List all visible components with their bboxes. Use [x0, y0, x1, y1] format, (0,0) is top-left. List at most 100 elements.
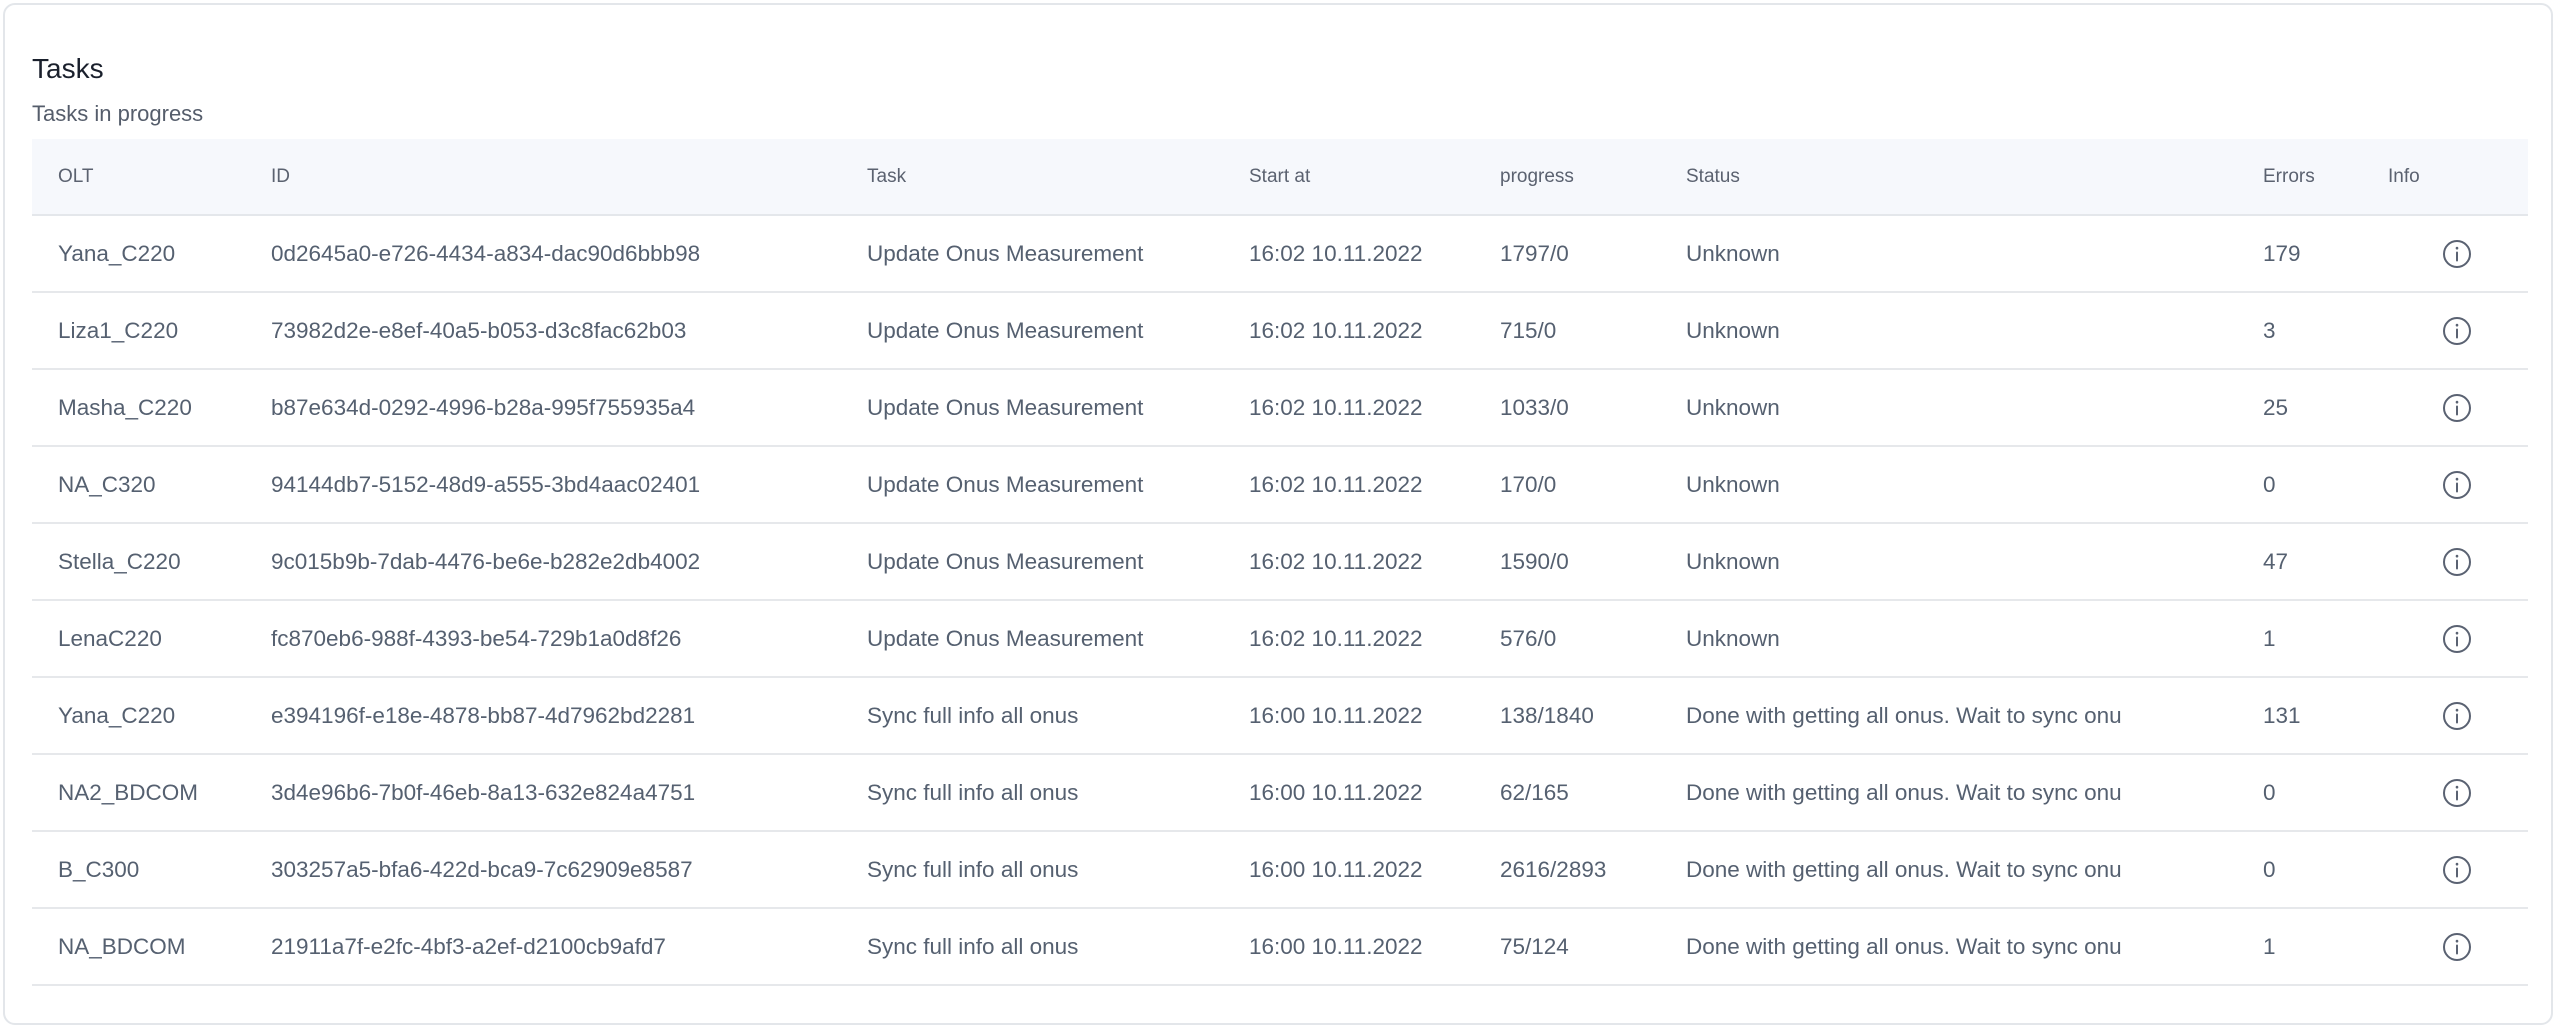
cell-olt: Stella_C220 — [32, 523, 245, 601]
column-header-progress[interactable]: progress — [1474, 139, 1660, 216]
cell-progress: 2616/2893 — [1474, 831, 1660, 909]
cell-info — [2386, 292, 2528, 370]
cell-start-at: 16:00 10.11.2022 — [1223, 677, 1474, 755]
cell-info — [2386, 831, 2528, 909]
table-row[interactable]: B_C300 303257a5-bfa6-422d-bca9-7c62909e8… — [32, 831, 2528, 909]
cell-progress: 75/124 — [1474, 908, 1660, 986]
cell-info — [2386, 677, 2528, 755]
column-header-info: Info — [2386, 139, 2528, 216]
cell-progress: 1033/0 — [1474, 369, 1660, 447]
column-header-id[interactable]: ID — [245, 139, 841, 216]
cell-status: Done with getting all onus. Wait to sync… — [1660, 831, 2237, 909]
cell-olt: LenaC220 — [32, 600, 245, 678]
table-row[interactable]: Stella_C220 9c015b9b-7dab-4476-be6e-b282… — [32, 523, 2528, 601]
cell-progress: 715/0 — [1474, 292, 1660, 370]
cell-status: Unknown — [1660, 523, 2237, 601]
column-header-start-at[interactable]: Start at — [1223, 139, 1474, 216]
cell-start-at: 16:00 10.11.2022 — [1223, 831, 1474, 909]
column-header-olt[interactable]: OLT — [32, 139, 245, 216]
table-row[interactable]: Liza1_C220 73982d2e-e8ef-40a5-b053-d3c8f… — [32, 292, 2528, 370]
info-circle-icon[interactable] — [2441, 777, 2473, 809]
cell-olt: Liza1_C220 — [32, 292, 245, 370]
cell-status: Unknown — [1660, 215, 2237, 293]
cell-errors: 47 — [2237, 523, 2386, 601]
cell-start-at: 16:00 10.11.2022 — [1223, 908, 1474, 986]
cell-progress: 62/165 — [1474, 754, 1660, 832]
table-row[interactable]: Yana_C220 0d2645a0-e726-4434-a834-dac90d… — [32, 215, 2528, 293]
cell-info — [2386, 523, 2528, 601]
column-header-task[interactable]: Task — [841, 139, 1223, 216]
info-circle-icon[interactable] — [2441, 238, 2473, 270]
cell-task: Sync full info all onus — [841, 908, 1223, 986]
cell-errors: 0 — [2237, 754, 2386, 832]
cell-status: Done with getting all onus. Wait to sync… — [1660, 677, 2237, 755]
cell-errors: 131 — [2237, 677, 2386, 755]
cell-errors: 25 — [2237, 369, 2386, 447]
cell-info — [2386, 446, 2528, 524]
cell-task: Sync full info all onus — [841, 677, 1223, 755]
table-header-row: OLT ID Task Start at progress Status Err… — [32, 139, 2528, 216]
cell-errors: 0 — [2237, 446, 2386, 524]
cell-task: Sync full info all onus — [841, 754, 1223, 832]
cell-id: fc870eb6-988f-4393-be54-729b1a0d8f26 — [245, 600, 841, 678]
info-circle-icon[interactable] — [2441, 931, 2473, 963]
info-circle-icon[interactable] — [2441, 623, 2473, 655]
table-row[interactable]: Yana_C220 e394196f-e18e-4878-bb87-4d7962… — [32, 677, 2528, 755]
cell-progress: 1797/0 — [1474, 215, 1660, 293]
cell-id: 3d4e96b6-7b0f-46eb-8a13-632e824a4751 — [245, 754, 841, 832]
cell-id: 21911a7f-e2fc-4bf3-a2ef-d2100cb9afd7 — [245, 908, 841, 986]
cell-progress: 170/0 — [1474, 446, 1660, 524]
cell-start-at: 16:02 10.11.2022 — [1223, 369, 1474, 447]
cell-id: 303257a5-bfa6-422d-bca9-7c62909e8587 — [245, 831, 841, 909]
cell-task: Update Onus Measurement — [841, 523, 1223, 601]
table-row[interactable]: NA_C320 94144db7-5152-48d9-a555-3bd4aac0… — [32, 446, 2528, 524]
cell-id: 0d2645a0-e726-4434-a834-dac90d6bbb98 — [245, 215, 841, 293]
cell-task: Update Onus Measurement — [841, 369, 1223, 447]
cell-info — [2386, 600, 2528, 678]
tasks-table: OLT ID Task Start at progress Status Err… — [32, 139, 2528, 986]
cell-start-at: 16:02 10.11.2022 — [1223, 446, 1474, 524]
info-circle-icon[interactable] — [2441, 315, 2473, 347]
info-circle-icon[interactable] — [2441, 546, 2473, 578]
cell-progress: 576/0 — [1474, 600, 1660, 678]
cell-olt: Masha_C220 — [32, 369, 245, 447]
column-header-status[interactable]: Status — [1660, 139, 2237, 216]
tasks-card: Tasks Tasks in progress OLT ID Task Star… — [3, 3, 2553, 1025]
table-row[interactable]: LenaC220 fc870eb6-988f-4393-be54-729b1a0… — [32, 600, 2528, 678]
cell-task: Update Onus Measurement — [841, 600, 1223, 678]
info-circle-icon[interactable] — [2441, 392, 2473, 424]
page-subtitle: Tasks in progress — [32, 101, 204, 126]
cell-status: Done with getting all onus. Wait to sync… — [1660, 908, 2237, 986]
cell-start-at: 16:02 10.11.2022 — [1223, 523, 1474, 601]
cell-olt: NA2_BDCOM — [32, 754, 245, 832]
page-title: Tasks — [32, 53, 104, 84]
cell-info — [2386, 754, 2528, 832]
info-circle-icon[interactable] — [2441, 854, 2473, 886]
cell-status: Unknown — [1660, 292, 2237, 370]
cell-id: 9c015b9b-7dab-4476-be6e-b282e2db4002 — [245, 523, 841, 601]
cell-olt: NA_C320 — [32, 446, 245, 524]
cell-progress: 138/1840 — [1474, 677, 1660, 755]
cell-id: e394196f-e18e-4878-bb87-4d7962bd2281 — [245, 677, 841, 755]
cell-olt: NA_BDCOM — [32, 908, 245, 986]
cell-errors: 0 — [2237, 831, 2386, 909]
cell-errors: 179 — [2237, 215, 2386, 293]
cell-status: Done with getting all onus. Wait to sync… — [1660, 754, 2237, 832]
table-row[interactable]: NA2_BDCOM 3d4e96b6-7b0f-46eb-8a13-632e82… — [32, 754, 2528, 832]
info-circle-icon[interactable] — [2441, 469, 2473, 501]
cell-olt: B_C300 — [32, 831, 245, 909]
cell-task: Sync full info all onus — [841, 831, 1223, 909]
table-row[interactable]: Masha_C220 b87e634d-0292-4996-b28a-995f7… — [32, 369, 2528, 447]
table-row[interactable]: NA_BDCOM 21911a7f-e2fc-4bf3-a2ef-d2100cb… — [32, 908, 2528, 986]
cell-olt: Yana_C220 — [32, 677, 245, 755]
cell-status: Unknown — [1660, 446, 2237, 524]
info-circle-icon[interactable] — [2441, 700, 2473, 732]
cell-errors: 1 — [2237, 908, 2386, 986]
cell-start-at: 16:02 10.11.2022 — [1223, 215, 1474, 293]
cell-start-at: 16:02 10.11.2022 — [1223, 600, 1474, 678]
column-header-errors[interactable]: Errors — [2237, 139, 2386, 216]
cell-status: Unknown — [1660, 600, 2237, 678]
cell-task: Update Onus Measurement — [841, 215, 1223, 293]
cell-progress: 1590/0 — [1474, 523, 1660, 601]
table-body: Yana_C220 0d2645a0-e726-4434-a834-dac90d… — [32, 215, 2528, 986]
